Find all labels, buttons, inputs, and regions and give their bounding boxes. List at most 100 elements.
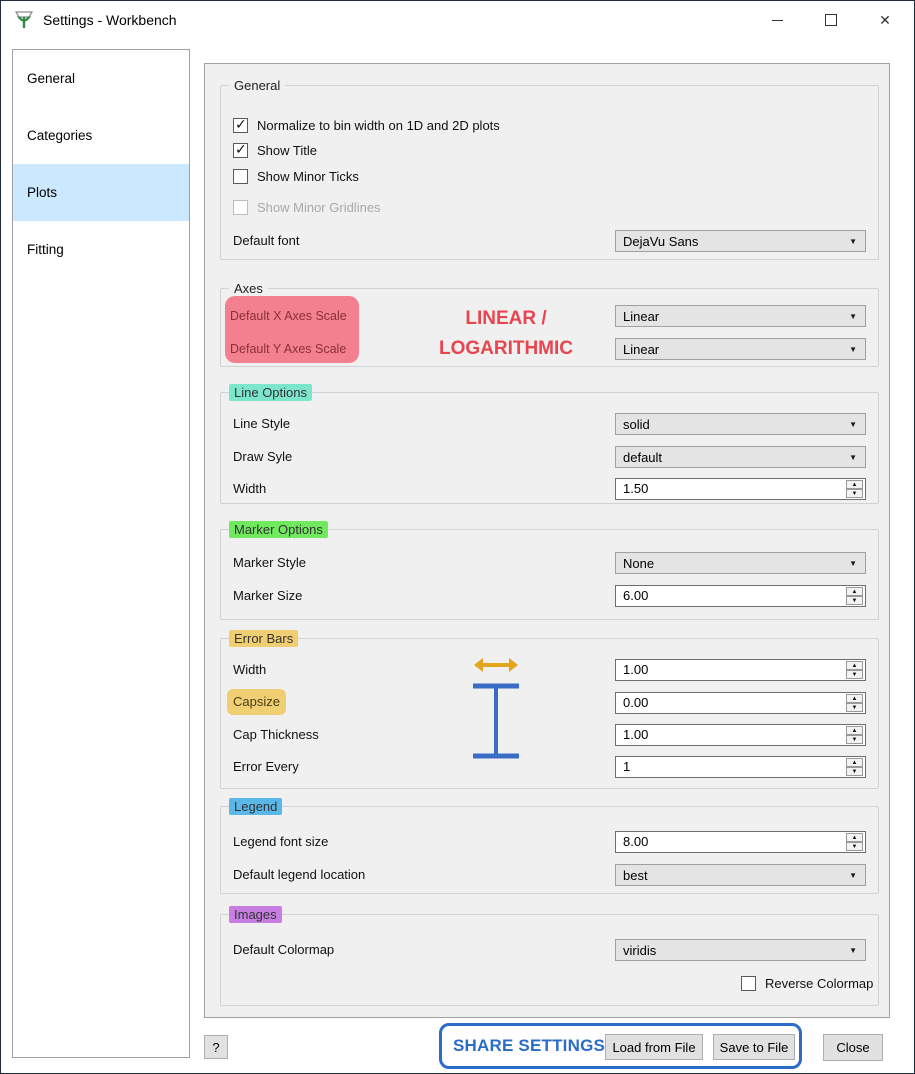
settings-dialog: Settings - Workbench ✕ General Categorie…	[0, 0, 915, 1074]
sidebar-item-label: General	[27, 71, 75, 86]
draw-style-select[interactable]: default ▼	[615, 446, 866, 468]
marker-size-label: Marker Size	[233, 585, 302, 607]
draw-style-label: Draw Syle	[233, 446, 292, 468]
cap-thickness-spinbox[interactable]: 1.00 ▲▼	[615, 724, 866, 746]
checkbox-label: Normalize to bin width on 1D and 2D plot…	[257, 118, 500, 133]
maximize-button[interactable]	[804, 1, 858, 39]
error-bars-group-title: Error Bars	[229, 630, 298, 647]
spin-down-button[interactable]: ▼	[846, 767, 863, 776]
error-bar-width-spinbox[interactable]: 1.00 ▲▼	[615, 659, 866, 681]
spin-up-button[interactable]: ▲	[846, 587, 863, 596]
spin-up-button[interactable]: ▲	[846, 661, 863, 670]
legend-font-size-label: Legend font size	[233, 831, 328, 853]
show-title-row: Show Title	[233, 139, 317, 161]
close-window-button[interactable]: ✕	[858, 1, 912, 39]
general-group: General Normalize to bin width on 1D and…	[220, 85, 879, 260]
line-width-spinbox[interactable]: 1.50 ▲▼	[615, 478, 866, 500]
legend-location-select[interactable]: best ▼	[615, 864, 866, 886]
save-to-file-label: Save to File	[720, 1040, 789, 1055]
save-to-file-button[interactable]: Save to File	[713, 1034, 795, 1060]
spin-value: 0.00	[623, 693, 648, 713]
combo-value: Linear	[623, 309, 849, 324]
images-group-title: Images	[229, 906, 282, 923]
mantid-logo-icon	[13, 9, 35, 31]
spin-down-button[interactable]: ▼	[846, 842, 863, 851]
marker-size-spinbox[interactable]: 6.00 ▲▼	[615, 585, 866, 607]
normalize-bin-width-checkbox[interactable]	[233, 118, 248, 133]
show-minor-gridlines-checkbox	[233, 200, 248, 215]
sidebar-item-general[interactable]: General	[13, 50, 189, 107]
default-colormap-select[interactable]: viridis ▼	[615, 939, 866, 961]
settings-category-list: General Categories Plots Fitting	[12, 49, 190, 1058]
capsize-label: Capsize	[227, 689, 286, 715]
cap-thickness-label: Cap Thickness	[233, 724, 319, 746]
legend-font-size-spinbox[interactable]: 8.00 ▲▼	[615, 831, 866, 853]
default-font-label: Default font	[233, 230, 300, 252]
spin-value: 1.00	[623, 725, 648, 745]
legend-group-title: Legend	[229, 798, 282, 815]
legend-location-label: Default legend location	[233, 864, 365, 886]
chevron-down-icon: ▼	[849, 237, 857, 246]
y-axes-scale-select[interactable]: Linear ▼	[615, 338, 866, 360]
spin-down-button[interactable]: ▼	[846, 596, 863, 605]
combo-value: Linear	[623, 342, 849, 357]
axes-group-title: Axes	[229, 280, 268, 297]
combo-value: None	[623, 556, 849, 571]
spin-down-button[interactable]: ▼	[846, 703, 863, 712]
spin-up-button[interactable]: ▲	[846, 694, 863, 703]
sidebar-item-plots[interactable]: Plots	[13, 164, 189, 221]
help-button-label: ?	[212, 1040, 219, 1055]
load-from-file-label: Load from File	[612, 1040, 695, 1055]
error-bar-width-label: Width	[233, 659, 266, 681]
marker-style-select[interactable]: None ▼	[615, 552, 866, 574]
error-every-spinbox[interactable]: 1 ▲▼	[615, 756, 866, 778]
sidebar-item-label: Categories	[27, 128, 92, 143]
spin-up-button[interactable]: ▲	[846, 758, 863, 767]
general-group-title: General	[229, 77, 285, 94]
chevron-down-icon: ▼	[849, 420, 857, 429]
combo-value: default	[623, 450, 849, 465]
help-button[interactable]: ?	[204, 1035, 228, 1059]
marker-style-label: Marker Style	[233, 552, 306, 574]
spin-down-button[interactable]: ▼	[846, 670, 863, 679]
share-settings-annotation-label: SHARE SETTINGS	[453, 1023, 605, 1069]
checkbox-label: Show Title	[257, 143, 317, 158]
close-button-label: Close	[836, 1040, 869, 1055]
sidebar-item-fitting[interactable]: Fitting	[13, 221, 189, 278]
window-title: Settings - Workbench	[43, 12, 177, 28]
spin-down-button[interactable]: ▼	[846, 489, 863, 498]
titlebar: Settings - Workbench ✕	[1, 1, 914, 39]
reverse-colormap-checkbox[interactable]	[741, 976, 756, 991]
annotation-line2: LOGARITHMIC	[439, 338, 573, 359]
spin-up-button[interactable]: ▲	[846, 726, 863, 735]
checkbox-label: Show Minor Ticks	[257, 169, 359, 184]
chevron-down-icon: ▼	[849, 312, 857, 321]
line-style-select[interactable]: solid ▼	[615, 413, 866, 435]
spin-up-button[interactable]: ▲	[846, 833, 863, 842]
sidebar-item-categories[interactable]: Categories	[13, 107, 189, 164]
show-minor-gridlines-row: Show Minor Gridlines	[233, 196, 381, 218]
minimize-button[interactable]	[750, 1, 804, 39]
capsize-spinbox[interactable]: 0.00 ▲▼	[615, 692, 866, 714]
default-font-select[interactable]: DejaVu Sans ▼	[615, 230, 866, 252]
spin-up-button[interactable]: ▲	[846, 480, 863, 489]
close-button[interactable]: Close	[823, 1034, 883, 1061]
show-title-checkbox[interactable]	[233, 143, 248, 158]
default-x-axes-scale-label: Default X Axes Scale	[230, 305, 347, 327]
combo-value: DejaVu Sans	[623, 234, 849, 249]
checkbox-label: Show Minor Gridlines	[257, 200, 381, 215]
show-minor-ticks-checkbox[interactable]	[233, 169, 248, 184]
line-style-label: Line Style	[233, 413, 290, 435]
x-axes-scale-select[interactable]: Linear ▼	[615, 305, 866, 327]
errorbar-capsize-icon	[472, 682, 520, 760]
spin-value: 6.00	[623, 586, 648, 606]
chevron-down-icon: ▼	[849, 559, 857, 568]
chevron-down-icon: ▼	[849, 871, 857, 880]
spin-down-button[interactable]: ▼	[846, 735, 863, 744]
sidebar-item-label: Plots	[27, 185, 57, 200]
spin-value: 1.50	[623, 479, 648, 499]
maximize-icon	[825, 14, 837, 26]
line-options-group-title: Line Options	[229, 384, 312, 401]
plots-settings-panel: General Normalize to bin width on 1D and…	[204, 63, 890, 1018]
load-from-file-button[interactable]: Load from File	[605, 1034, 703, 1060]
